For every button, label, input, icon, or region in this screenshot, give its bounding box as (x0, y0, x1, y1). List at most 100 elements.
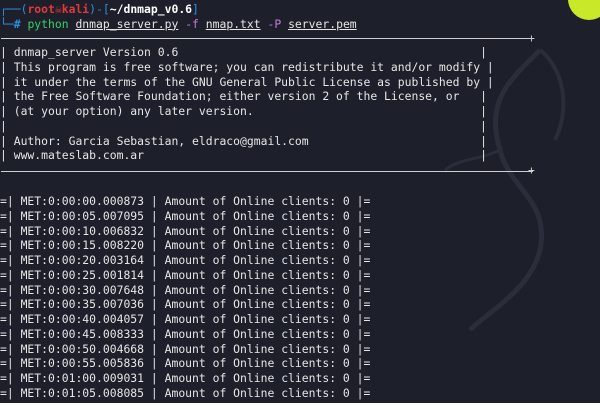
log-row: =| MET:0:00:50.004668 | Amount of Online… (0, 341, 371, 356)
log-prefix: =| (0, 356, 14, 371)
log-suffix: |= (356, 371, 371, 385)
log-suffix: |= (356, 267, 371, 282)
log-suffix: |= (356, 341, 371, 356)
log-label: Amount of Online clients: (164, 253, 337, 267)
log-row: =| MET:0:00:30.007648 | Amount of Online… (0, 282, 371, 297)
prompt-host: kali (61, 2, 90, 16)
log-label: Amount of Online clients: (164, 326, 337, 341)
log-client-count: 0 (342, 282, 350, 297)
log-row: =| MET:0:00:20.003164 | Amount of Online… (0, 253, 371, 267)
log-client-count: 0 (342, 297, 350, 312)
log-prefix: =| (0, 297, 14, 312)
banner-line-text: the Free Software Foundation; either ver… (13, 89, 460, 104)
skull-icon: ☠ (54, 2, 62, 16)
log-suffix: |= (356, 385, 371, 400)
log-suffix: |= (356, 208, 371, 223)
log-met: MET:0:00:10.006832 (20, 223, 145, 238)
log-prefix: =| (0, 194, 14, 208)
log-met: MET:0:00:35.007036 (20, 297, 145, 312)
log-suffix: |= (356, 223, 371, 238)
log-client-count: 0 (342, 385, 350, 400)
log-label: Amount of Online clients: (164, 356, 337, 371)
prompt-line-2[interactable]: └─# python dnmap_server.py -f nmap.txt -… (0, 17, 357, 32)
log-label: Amount of Online clients: (164, 238, 337, 253)
log-prefix: =| (0, 312, 14, 326)
log-met: MET:0:00:25.001814 (20, 267, 145, 282)
log-client-count: 0 (342, 371, 350, 385)
banner-line-text: www.mateslab.com.ar (13, 148, 145, 163)
log-met: MET:0:00:30.007648 (20, 282, 145, 297)
log-row: =| MET:0:00:45.008333 | Amount of Online… (0, 326, 371, 341)
log-label: Amount of Online clients: (164, 385, 337, 400)
banner-line: | | (0, 118, 487, 133)
prompt-user: root (27, 2, 55, 16)
banner-line: | it under the terms of the GNU General … (0, 74, 494, 89)
log-row: =| MET:0:01:05.008085 | Amount of Online… (0, 385, 371, 400)
log-prefix: =| (0, 238, 14, 253)
log-client-count: 0 (342, 194, 350, 208)
log-row: =| MET:0:00:15.008220 | Amount of Online… (0, 238, 371, 253)
log-prefix: =| (0, 267, 14, 282)
log-met: MET:0:00:55.005836 (20, 356, 145, 371)
log-label: Amount of Online clients: (164, 282, 337, 297)
log-label: Amount of Online clients: (164, 223, 337, 238)
log-row: =| MET:0:00:05.007095 | Amount of Online… (0, 208, 371, 223)
terminal-window[interactable]: ┌──(root☠kali)-[~/dnmap_v0.6] └─# python… (0, 0, 600, 403)
log-client-count: 0 (342, 238, 350, 253)
log-client-count: 0 (342, 312, 350, 326)
command-file-f: nmap.txt (205, 16, 261, 31)
command-flag-f: -f (185, 16, 199, 31)
log-prefix: =| (0, 282, 14, 297)
prompt-path: ~/dnmap_v0.6 (109, 2, 193, 16)
banner-line: | dnmap_server Version 0.6 | (0, 45, 487, 59)
log-prefix: =| (0, 223, 14, 238)
log-suffix: |= (356, 356, 371, 371)
command-name: python (27, 16, 69, 31)
log-client-count: 0 (342, 223, 350, 238)
log-label: Amount of Online clients: (164, 341, 337, 356)
log-met: MET:0:00:20.003164 (20, 253, 145, 267)
log-met: MET:0:01:00.009031 (20, 371, 145, 385)
command-flag-p: -P (267, 16, 282, 31)
log-client-count: 0 (342, 253, 350, 267)
log-suffix: |= (356, 194, 371, 208)
log-suffix: |= (356, 238, 371, 253)
banner-line: | Author: Garcia Sebastian, eldraco@gmai… (0, 133, 487, 148)
banner-line-text: it under the terms of the GNU General Pu… (13, 74, 481, 89)
log-prefix: =| (0, 253, 14, 267)
log-prefix: =| (0, 326, 14, 341)
banner-line-text: dnmap_server Version 0.6 (13, 45, 179, 59)
log-label: Amount of Online clients: (164, 312, 337, 326)
log-client-count: 0 (342, 267, 350, 282)
log-row: =| MET:0:00:40.004057 | Amount of Online… (0, 312, 371, 326)
log-label: Amount of Online clients: (164, 267, 337, 282)
prompt-symbol: # (13, 16, 21, 31)
log-row: =| MET:0:00:00.000873 | Amount of Online… (0, 194, 371, 208)
log-met: MET:0:00:15.008220 (20, 238, 145, 253)
banner-corner-bottom: + (528, 163, 535, 177)
banner-line-text: Author: Garcia Sebastian, eldraco@gmail.… (13, 133, 309, 148)
log-met: MET:0:00:45.008333 (20, 326, 145, 341)
banner-line: | (at your option) any later version. | (0, 104, 487, 118)
command-file-p: server.pem (288, 16, 357, 31)
log-label: Amount of Online clients: (164, 194, 337, 208)
prompt-line-1: ┌──(root☠kali)-[~/dnmap_v0.6] (0, 2, 199, 16)
banner-line: | the Free Software Foundation; either v… (0, 89, 487, 104)
banner-line-text: (at your option) any later version. (13, 104, 254, 118)
log-label: Amount of Online clients: (164, 297, 337, 312)
log-row: =| MET:0:00:55.005836 | Amount of Online… (0, 356, 371, 371)
corner-accent-blob (568, 0, 600, 20)
command-script: dnmap_server.py (75, 16, 179, 31)
log-prefix: =| (0, 208, 14, 223)
log-row: =| MET:0:00:25.001814 | Amount of Online… (0, 267, 371, 282)
log-prefix: =| (0, 341, 14, 356)
log-suffix: |= (356, 326, 371, 341)
banner-corner-top: + (528, 31, 535, 45)
log-label: Amount of Online clients: (164, 371, 337, 385)
banner-line-text: This program is free software; you can r… (13, 59, 481, 74)
log-client-count: 0 (342, 356, 350, 371)
banner-line: | www.mateslab.com.ar | (0, 148, 487, 163)
log-met: MET:0:01:05.008085 (20, 385, 145, 400)
log-suffix: |= (356, 253, 371, 267)
log-met: MET:0:00:05.007095 (20, 208, 145, 223)
